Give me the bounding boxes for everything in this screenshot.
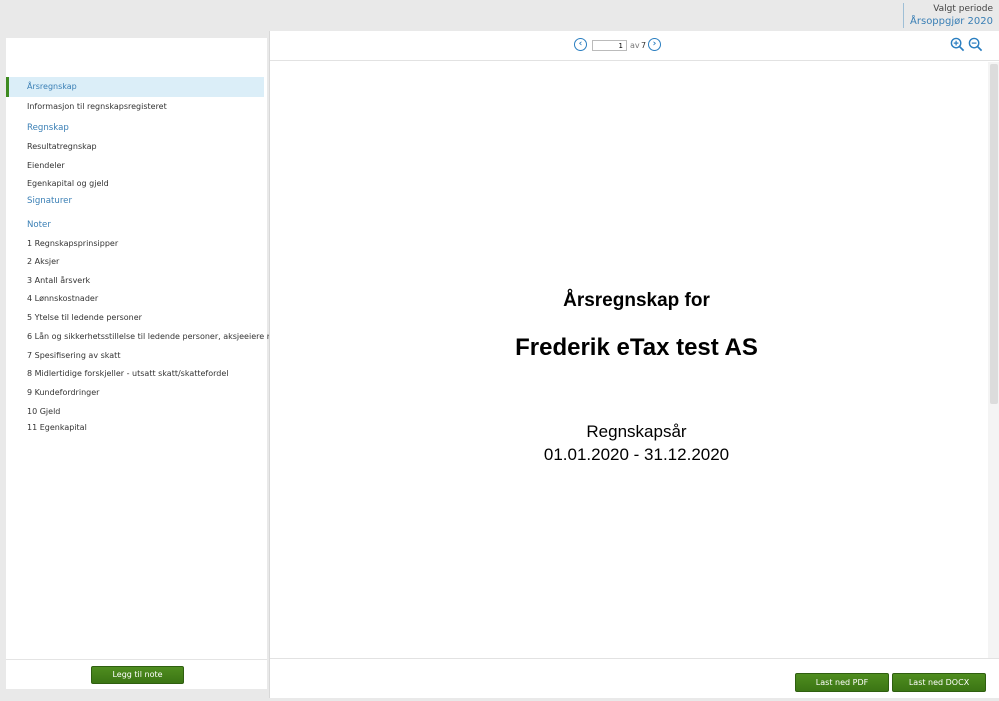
download-pdf-button[interactable]: Last ned PDF xyxy=(795,673,889,692)
sidebar-item[interactable]: Noter xyxy=(6,218,264,232)
zoom-out-icon[interactable] xyxy=(968,37,983,52)
selected-period[interactable]: Valgt periode Årsoppgjør 2020 xyxy=(903,3,993,28)
sidebar-item[interactable]: 10 Gjeld xyxy=(6,405,264,419)
document-page: Årsregnskap for Frederik eTax test AS Re… xyxy=(270,62,989,658)
document-heading: Årsregnskap for xyxy=(563,290,710,311)
sidebar-item[interactable]: 1 Regnskapsprinsipper xyxy=(6,237,264,251)
sidebar-footer: Legg til note xyxy=(6,659,267,689)
sidebar-item[interactable]: 4 Lønnskostnader xyxy=(6,292,264,306)
sidebar-item[interactable]: Resultatregnskap xyxy=(6,140,264,154)
sidebar-item[interactable]: Regnskap xyxy=(6,121,264,135)
sidebar-item[interactable]: 8 Midlertidige forskjeller - utsatt skat… xyxy=(6,367,264,381)
scrollbar-thumb[interactable] xyxy=(990,64,998,404)
sidebar-item[interactable]: Egenkapital og gjeld xyxy=(6,177,264,191)
sidebar-item[interactable]: 7 Spesifisering av skatt xyxy=(6,349,264,363)
fiscal-year-label: Regnskapsår xyxy=(586,422,687,441)
sidebar-item[interactable]: 9 Kundefordringer xyxy=(6,386,264,400)
viewer-footer: Last ned PDF Last ned DOCX xyxy=(270,658,999,698)
sidebar-item[interactable]: 3 Antall årsverk xyxy=(6,274,264,288)
download-docx-button[interactable]: Last ned DOCX xyxy=(892,673,986,692)
sidebar-item[interactable]: 2 Aksjer xyxy=(6,255,264,269)
sidebar-item[interactable]: 5 Ytelse til ledende personer xyxy=(6,311,264,325)
period-label: Valgt periode xyxy=(933,4,993,14)
sidebar-item[interactable]: Signaturer xyxy=(6,194,264,208)
sidebar-item[interactable]: Informasjon til regnskapsregisteret xyxy=(6,100,264,114)
page-of-label: av xyxy=(630,41,640,50)
zoom-in-icon[interactable] xyxy=(950,37,965,52)
next-page-icon[interactable]: › xyxy=(648,38,661,51)
top-bar: Valgt periode Årsoppgjør 2020 xyxy=(0,0,999,30)
page-total: 7 xyxy=(641,41,647,50)
company-name: Frederik eTax test AS xyxy=(515,334,758,361)
page-number-input[interactable] xyxy=(592,40,627,51)
sidebar-item[interactable]: 6 Lån og sikkerhetsstillelse til ledende… xyxy=(6,330,281,344)
sidebar-item[interactable]: 11 Egenkapital xyxy=(6,421,264,435)
prev-page-icon[interactable]: ‹ xyxy=(574,38,587,51)
sidebar: Årsregnskap Informasjon til regnskapsregi… xyxy=(6,38,281,689)
document-viewer: ‹ av 7 › Årsregnskap for Frederik eTax t… xyxy=(269,31,999,698)
add-note-button[interactable]: Legg til note xyxy=(91,666,184,684)
viewer-toolbar: ‹ av 7 › xyxy=(270,31,999,61)
period-value[interactable]: Årsoppgjør 2020 xyxy=(910,15,993,28)
sidebar-item[interactable]: Årsregnskap xyxy=(6,77,264,97)
fiscal-year-range: 01.01.2020 - 31.12.2020 xyxy=(543,445,730,464)
document-scrollbar[interactable] xyxy=(988,62,999,658)
sidebar-item[interactable]: Eiendeler xyxy=(6,159,264,173)
